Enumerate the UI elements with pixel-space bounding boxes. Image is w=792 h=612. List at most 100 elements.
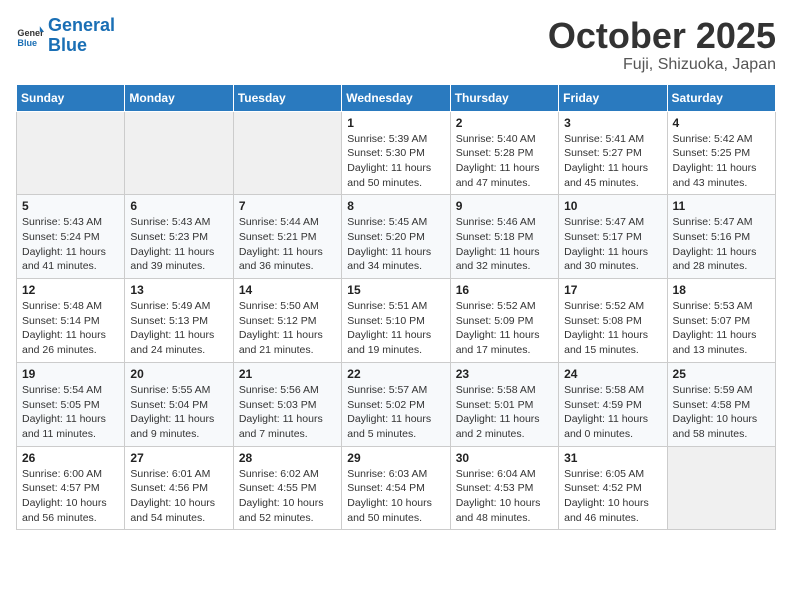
day-info: Sunrise: 5:44 AM Sunset: 5:21 PM Dayligh… [239, 215, 336, 274]
day-info: Sunrise: 5:39 AM Sunset: 5:30 PM Dayligh… [347, 132, 444, 191]
weekday-header-wednesday: Wednesday [342, 84, 450, 111]
day-info: Sunrise: 5:40 AM Sunset: 5:28 PM Dayligh… [456, 132, 553, 191]
calendar-cell: 18 Sunrise: 5:53 AM Sunset: 5:07 PM Dayli… [667, 279, 775, 363]
calendar-cell: 26 Sunrise: 6:00 AM Sunset: 4:57 PM Dayli… [17, 446, 125, 530]
day-info: Sunrise: 5:42 AM Sunset: 5:25 PM Dayligh… [673, 132, 770, 191]
day-info: Sunrise: 5:58 AM Sunset: 5:01 PM Dayligh… [456, 383, 553, 442]
day-info: Sunrise: 5:52 AM Sunset: 5:08 PM Dayligh… [564, 299, 661, 358]
calendar-cell: 31 Sunrise: 6:05 AM Sunset: 4:52 PM Dayli… [559, 446, 667, 530]
weekday-header-sunday: Sunday [17, 84, 125, 111]
day-info: Sunrise: 6:05 AM Sunset: 4:52 PM Dayligh… [564, 467, 661, 526]
day-number: 28 [239, 451, 336, 465]
day-number: 26 [22, 451, 119, 465]
day-number: 7 [239, 199, 336, 213]
weekday-header-thursday: Thursday [450, 84, 558, 111]
day-info: Sunrise: 5:46 AM Sunset: 5:18 PM Dayligh… [456, 215, 553, 274]
day-number: 5 [22, 199, 119, 213]
calendar-cell: 3 Sunrise: 5:41 AM Sunset: 5:27 PM Daylig… [559, 111, 667, 195]
calendar-cell: 4 Sunrise: 5:42 AM Sunset: 5:25 PM Daylig… [667, 111, 775, 195]
calendar-week-3: 12Sunrise: 5:48 AM Sunset: 5:14 PM Dayli… [17, 279, 776, 363]
calendar-week-2: 5 Sunrise: 5:43 AM Sunset: 5:24 PM Daylig… [17, 195, 776, 279]
day-info: Sunrise: 5:57 AM Sunset: 5:02 PM Dayligh… [347, 383, 444, 442]
day-number: 8 [347, 199, 444, 213]
calendar-cell: 12Sunrise: 5:48 AM Sunset: 5:14 PM Dayli… [17, 279, 125, 363]
calendar-cell: 25Sunrise: 5:59 AM Sunset: 4:58 PM Dayli… [667, 362, 775, 446]
calendar-cell: 29 Sunrise: 6:03 AM Sunset: 4:54 PM Dayli… [342, 446, 450, 530]
svg-text:Blue: Blue [17, 38, 37, 48]
day-number: 10 [564, 199, 661, 213]
calendar-cell: 14Sunrise: 5:50 AM Sunset: 5:12 PM Dayli… [233, 279, 341, 363]
day-number: 21 [239, 367, 336, 381]
weekday-header-monday: Monday [125, 84, 233, 111]
calendar-week-1: 1 Sunrise: 5:39 AM Sunset: 5:30 PM Daylig… [17, 111, 776, 195]
day-number: 24 [564, 367, 661, 381]
day-info: Sunrise: 5:51 AM Sunset: 5:10 PM Dayligh… [347, 299, 444, 358]
day-number: 4 [673, 116, 770, 130]
calendar-cell: 17 Sunrise: 5:52 AM Sunset: 5:08 PM Dayli… [559, 279, 667, 363]
calendar-cell: 6Sunrise: 5:43 AM Sunset: 5:23 PM Daylig… [125, 195, 233, 279]
calendar-cell: 19 Sunrise: 5:54 AM Sunset: 5:05 PM Dayli… [17, 362, 125, 446]
day-number: 16 [456, 283, 553, 297]
day-info: Sunrise: 5:43 AM Sunset: 5:24 PM Dayligh… [22, 215, 119, 274]
calendar-title: October 2025 [548, 16, 776, 56]
day-number: 23 [456, 367, 553, 381]
calendar-cell: 16 Sunrise: 5:52 AM Sunset: 5:09 PM Dayli… [450, 279, 558, 363]
day-info: Sunrise: 5:55 AM Sunset: 5:04 PM Dayligh… [130, 383, 227, 442]
logo-text: General Blue [48, 16, 115, 56]
calendar-cell: 23 Sunrise: 5:58 AM Sunset: 5:01 PM Dayli… [450, 362, 558, 446]
weekday-header-friday: Friday [559, 84, 667, 111]
day-number: 1 [347, 116, 444, 130]
calendar-cell: 5 Sunrise: 5:43 AM Sunset: 5:24 PM Daylig… [17, 195, 125, 279]
day-info: Sunrise: 6:04 AM Sunset: 4:53 PM Dayligh… [456, 467, 553, 526]
day-number: 13 [130, 283, 227, 297]
day-number: 6 [130, 199, 227, 213]
day-number: 18 [673, 283, 770, 297]
day-info: Sunrise: 5:54 AM Sunset: 5:05 PM Dayligh… [22, 383, 119, 442]
weekday-header-saturday: Saturday [667, 84, 775, 111]
calendar-cell: 27Sunrise: 6:01 AM Sunset: 4:56 PM Dayli… [125, 446, 233, 530]
day-info: Sunrise: 5:45 AM Sunset: 5:20 PM Dayligh… [347, 215, 444, 274]
logo: General Blue General Blue [16, 16, 115, 56]
title-block: October 2025 Fuji, Shizuoka, Japan [548, 16, 776, 74]
day-number: 31 [564, 451, 661, 465]
calendar-cell [667, 446, 775, 530]
calendar-cell: 28Sunrise: 6:02 AM Sunset: 4:55 PM Dayli… [233, 446, 341, 530]
calendar-cell: 13 Sunrise: 5:49 AM Sunset: 5:13 PM Dayli… [125, 279, 233, 363]
day-info: Sunrise: 5:47 AM Sunset: 5:16 PM Dayligh… [673, 215, 770, 274]
day-info: Sunrise: 5:53 AM Sunset: 5:07 PM Dayligh… [673, 299, 770, 358]
day-info: Sunrise: 5:47 AM Sunset: 5:17 PM Dayligh… [564, 215, 661, 274]
calendar-week-4: 19 Sunrise: 5:54 AM Sunset: 5:05 PM Dayli… [17, 362, 776, 446]
calendar-cell: 11 Sunrise: 5:47 AM Sunset: 5:16 PM Dayli… [667, 195, 775, 279]
calendar-cell: 24Sunrise: 5:58 AM Sunset: 4:59 PM Dayli… [559, 362, 667, 446]
calendar-cell: 7 Sunrise: 5:44 AM Sunset: 5:21 PM Daylig… [233, 195, 341, 279]
day-info: Sunrise: 5:41 AM Sunset: 5:27 PM Dayligh… [564, 132, 661, 191]
day-number: 15 [347, 283, 444, 297]
day-number: 3 [564, 116, 661, 130]
calendar-cell: 1 Sunrise: 5:39 AM Sunset: 5:30 PM Daylig… [342, 111, 450, 195]
calendar-cell: 20 Sunrise: 5:55 AM Sunset: 5:04 PM Dayli… [125, 362, 233, 446]
day-info: Sunrise: 6:03 AM Sunset: 4:54 PM Dayligh… [347, 467, 444, 526]
day-info: Sunrise: 5:48 AM Sunset: 5:14 PM Dayligh… [22, 299, 119, 358]
day-number: 17 [564, 283, 661, 297]
day-info: Sunrise: 5:49 AM Sunset: 5:13 PM Dayligh… [130, 299, 227, 358]
day-number: 30 [456, 451, 553, 465]
day-number: 19 [22, 367, 119, 381]
day-number: 20 [130, 367, 227, 381]
day-info: Sunrise: 6:00 AM Sunset: 4:57 PM Dayligh… [22, 467, 119, 526]
day-number: 29 [347, 451, 444, 465]
calendar-cell [17, 111, 125, 195]
day-info: Sunrise: 6:01 AM Sunset: 4:56 PM Dayligh… [130, 467, 227, 526]
day-info: Sunrise: 5:52 AM Sunset: 5:09 PM Dayligh… [456, 299, 553, 358]
calendar-cell: 15 Sunrise: 5:51 AM Sunset: 5:10 PM Dayli… [342, 279, 450, 363]
calendar-subtitle: Fuji, Shizuoka, Japan [548, 56, 776, 74]
calendar-cell [125, 111, 233, 195]
day-info: Sunrise: 5:56 AM Sunset: 5:03 PM Dayligh… [239, 383, 336, 442]
day-number: 11 [673, 199, 770, 213]
day-number: 9 [456, 199, 553, 213]
page-header: General Blue General Blue October 2025 F… [16, 16, 776, 74]
calendar-cell: 10 Sunrise: 5:47 AM Sunset: 5:17 PM Dayli… [559, 195, 667, 279]
day-info: Sunrise: 5:50 AM Sunset: 5:12 PM Dayligh… [239, 299, 336, 358]
logo-icon: General Blue [16, 22, 44, 50]
calendar-cell [233, 111, 341, 195]
calendar-cell: 30 Sunrise: 6:04 AM Sunset: 4:53 PM Dayli… [450, 446, 558, 530]
